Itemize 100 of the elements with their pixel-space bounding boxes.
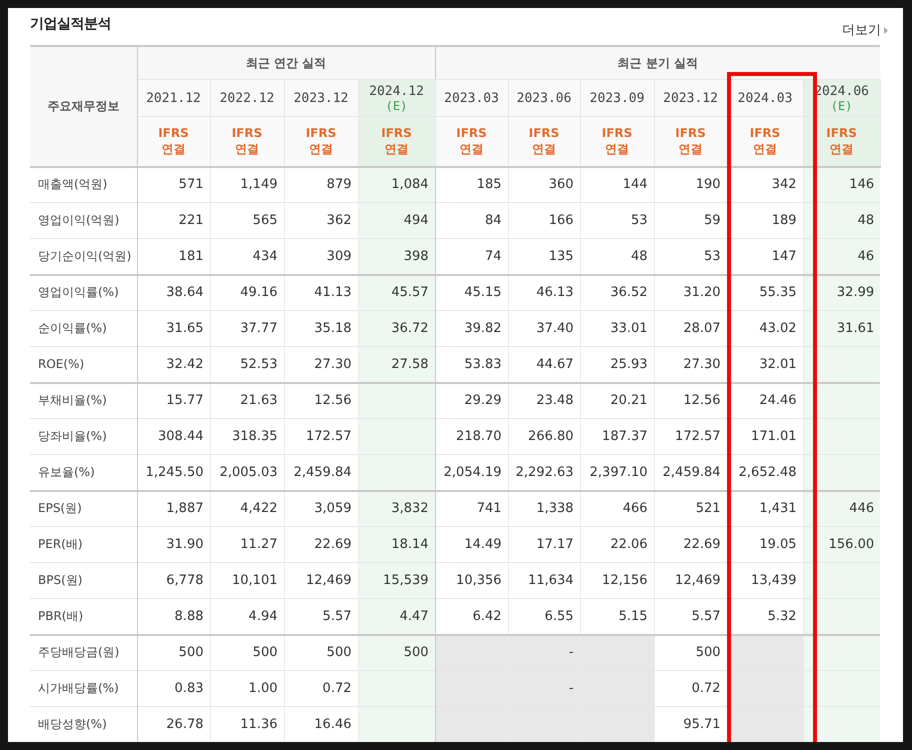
table-cell: 187.37 [580,418,654,454]
table-cell: 12.56 [654,382,728,418]
table-cell: 11.27 [210,526,284,562]
table-cell: 10,356 [435,562,508,598]
estimate-note: (E) [384,98,408,112]
table-cell: 221 [137,202,210,238]
period-label: 2021.12 [145,90,202,106]
table-cell: 1,887 [137,490,210,526]
table-cell: 11,634 [508,562,580,598]
table-cell: 741 [435,490,508,526]
table-cell: 17.17 [508,526,580,562]
table-cell: 309 [284,238,358,274]
table-cell: 8.88 [137,598,210,634]
table-cell: 28.07 [654,310,728,346]
table-cell: 446 [803,490,880,526]
table-cell: 0.83 [137,670,210,706]
period-label: 2022.12 [218,90,276,106]
accounting-basis: IFRS 연결 [157,125,190,158]
section-title: 기업실적분석 [30,15,111,33]
accounting-basis: IFRS 연결 [825,125,858,158]
group-header: 최근 분기 실적 [435,46,880,80]
table-cell: 172.57 [284,418,358,454]
table-cell: 23.48 [508,382,580,418]
table-cell: 10,101 [210,562,284,598]
table-cell: 4.47 [358,598,436,634]
table-cell: 146 [803,166,880,202]
table-cell: 4.94 [210,598,284,634]
table-cell: 52.53 [210,346,284,382]
table-cell: 16.46 [284,706,358,742]
table-cell: 6,778 [137,562,210,598]
table-cell: 6.55 [508,598,580,634]
table-cell: 53.83 [435,346,508,382]
table-cell: 2,397.10 [580,454,654,490]
table-cell: 11.36 [210,706,284,742]
row-label: 배당성향(%) [30,706,137,742]
table-cell: 37.77 [210,310,284,346]
table-cell: 31.65 [137,310,210,346]
table-cell: 74 [435,238,508,274]
accounting-basis: IFRS 연결 [304,125,338,158]
table-cell: 48 [580,238,654,274]
table-cell: 1,084 [358,166,436,202]
table-cell: 135 [508,238,580,274]
more-link[interactable]: 더보기 [842,21,888,39]
table-cell: 12,469 [284,562,358,598]
table-cell: 20.21 [580,382,654,418]
row-label: 유보율(%) [30,454,137,490]
period-label: 2024.06 [813,84,870,98]
table-cell: 144 [580,166,654,202]
accounting-basis: IFRS 연결 [528,125,560,158]
table-cell: 12,469 [654,562,728,598]
row-label: 영업이익(억원) [30,202,137,238]
table-cell: 181 [137,238,210,274]
period-label: 2023.06 [516,90,572,106]
accounting-basis: IFRS 연결 [455,125,488,158]
table-cell: 37.40 [508,310,580,346]
table-cell: 0.72 [284,670,358,706]
table-cell: 39.82 [435,310,508,346]
table-cell: 1.00 [210,670,284,706]
table-cell: 31.90 [137,526,210,562]
table-cell: 500 [358,634,436,670]
row-label: ROE(%) [30,346,137,382]
group-header: 최근 연간 실적 [137,46,436,80]
table-cell: 398 [358,238,436,274]
table-cell: 46.13 [508,274,580,310]
table-cell: 466 [580,490,654,526]
table-cell: 185 [435,166,508,202]
table-cell: 15,539 [358,562,436,598]
table-cell: 2,459.84 [284,454,358,490]
table-cell: 500 [210,634,284,670]
table-cell: 36.52 [580,274,654,310]
table-cell: 500 [137,634,210,670]
table-cell: 266.80 [508,418,580,454]
table-cell: 31.20 [654,274,728,310]
table-cell: 3,059 [284,490,358,526]
table-cell: 308.44 [137,418,210,454]
table-cell: 500 [654,634,728,670]
table-cell: 95.71 [654,706,728,742]
table-cell: 33.01 [580,310,654,346]
table-cell: 565 [210,202,284,238]
table-cell: 5.15 [580,598,654,634]
row-label: 당기순이익(억원) [30,238,137,274]
table-cell: 59 [654,202,728,238]
row-label: BPS(원) [30,562,137,598]
row-label: 시가배당률(%) [30,670,137,706]
table-cell: 1,149 [210,166,284,202]
table-cell: 15.77 [137,382,210,418]
table-cell: 22.69 [284,526,358,562]
row-label: PER(배) [30,526,137,562]
table-cell: 2,054.19 [435,454,508,490]
table-cell: 36.72 [358,310,436,346]
table-cell: 53 [654,238,728,274]
table-cell: 12,156 [580,562,654,598]
table-cell: 45.57 [358,274,436,310]
table-cell: 45.15 [435,274,508,310]
table-cell: 571 [137,166,210,202]
table-cell: 22.69 [654,526,728,562]
table-cell: 29.29 [435,382,508,418]
table-cell: 0.72 [654,670,728,706]
table-cell: - [508,670,580,706]
table-cell: 500 [284,634,358,670]
